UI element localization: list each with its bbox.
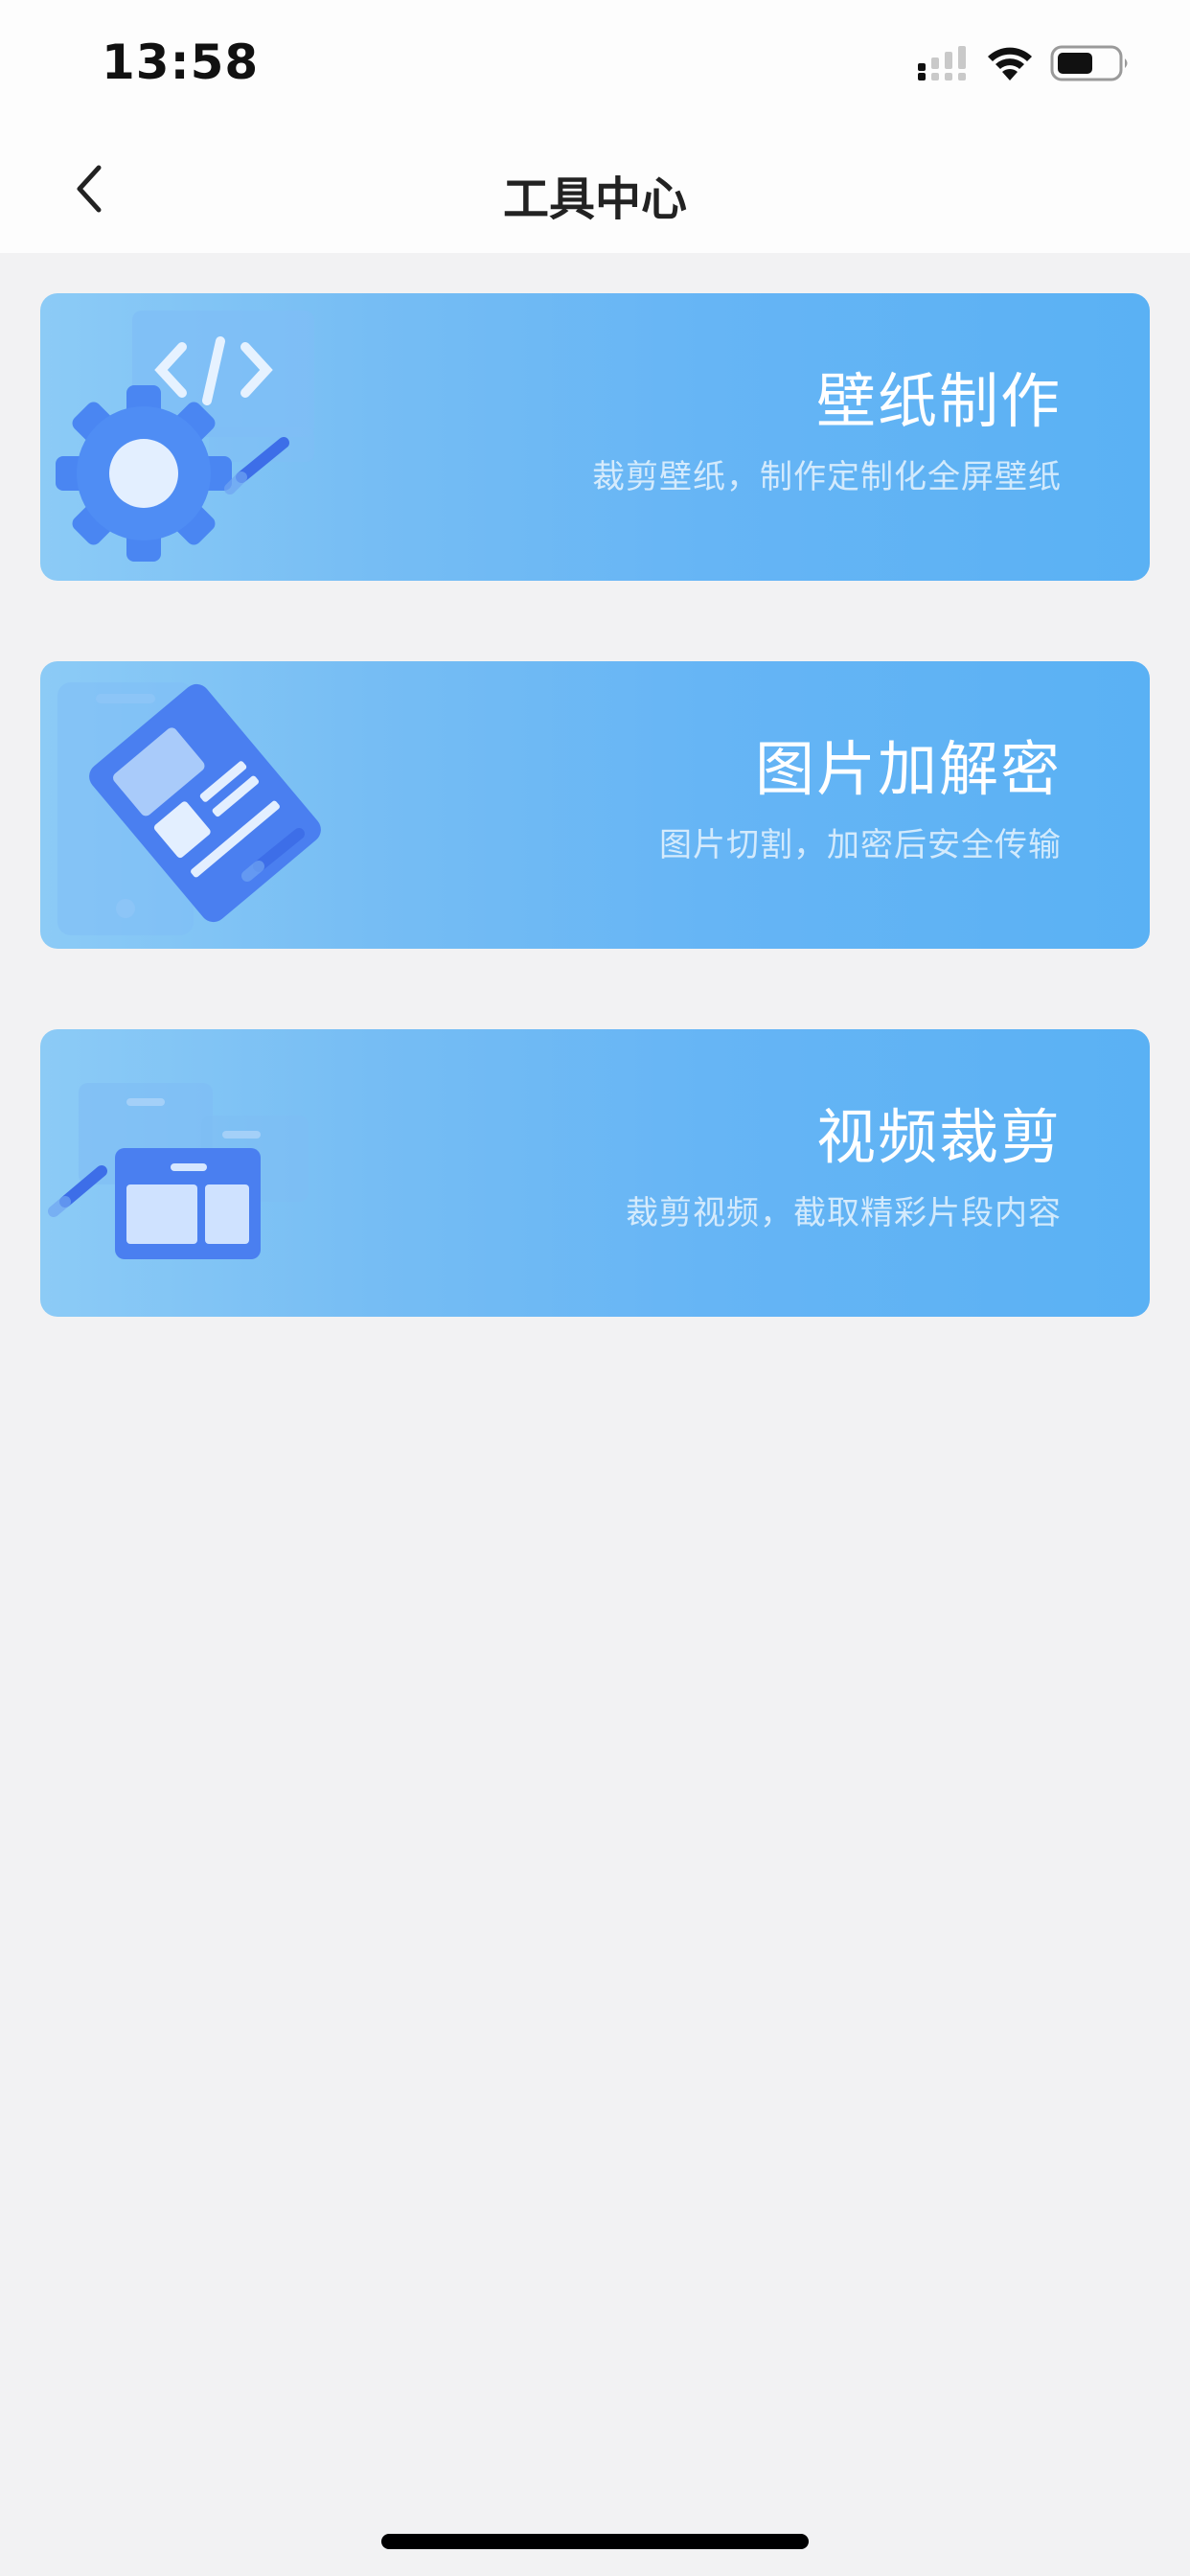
page-title: 工具中心 xyxy=(502,172,687,226)
status-bar: 13:58 xyxy=(0,0,1190,126)
home-indicator[interactable] xyxy=(381,2534,809,2549)
status-time: 13:58 xyxy=(102,34,260,90)
tool-card-video-crop[interactable]: 视频裁剪 裁剪视频，截取精彩片段内容 xyxy=(40,1029,1150,1317)
wifi-icon xyxy=(988,47,1032,80)
tool-title: 图片加解密 xyxy=(754,734,1062,804)
tool-title: 壁纸制作 xyxy=(815,366,1062,436)
tool-card-wallpaper[interactable]: 壁纸制作 裁剪壁纸，制作定制化全屏壁纸 xyxy=(40,293,1150,581)
top-area: 13:58 工具中心 xyxy=(0,0,1190,253)
tool-subtitle: 裁剪视频，截取精彩片段内容 xyxy=(626,1194,1062,1232)
video-window-icon xyxy=(48,1083,309,1259)
tool-title: 视频裁剪 xyxy=(815,1102,1062,1172)
tool-card-text: 壁纸制作 裁剪壁纸，制作定制化全屏壁纸 xyxy=(592,372,1062,497)
encrypted-card-icon xyxy=(57,682,321,935)
battery-icon xyxy=(1050,45,1128,81)
navigation-bar: 工具中心 xyxy=(0,126,1190,253)
tool-card-text: 图片加解密 图片切割，加密后安全传输 xyxy=(659,740,1062,865)
gear-code-icon xyxy=(56,310,314,562)
tool-card-image-encryption[interactable]: 图片加解密 图片切割，加密后安全传输 xyxy=(40,661,1150,949)
tool-subtitle: 裁剪壁纸，制作定制化全屏壁纸 xyxy=(592,458,1062,496)
tool-list: 壁纸制作 裁剪壁纸，制作定制化全屏壁纸 图片加解密 图片切割，加密后安全传输 视… xyxy=(40,293,1150,1397)
tool-card-text: 视频裁剪 裁剪视频，截取精彩片段内容 xyxy=(626,1108,1062,1233)
tool-subtitle: 图片切割，加密后安全传输 xyxy=(659,826,1062,864)
cellular-signal-icon xyxy=(918,46,966,80)
